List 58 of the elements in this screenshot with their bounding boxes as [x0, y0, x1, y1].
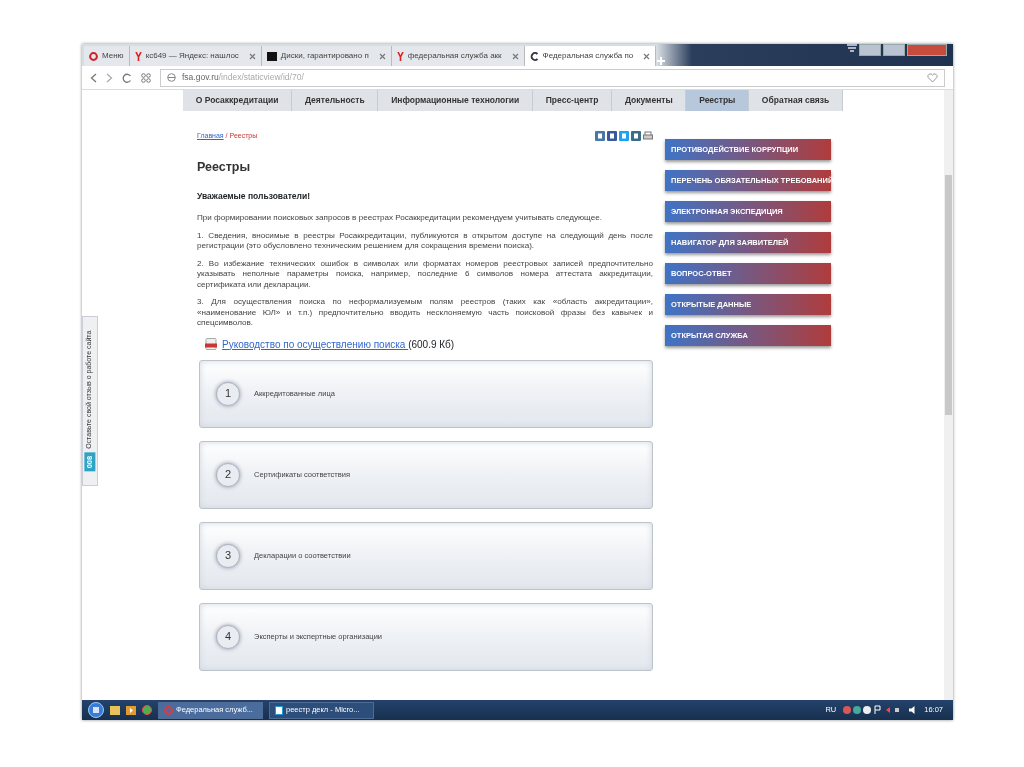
close-icon[interactable]	[643, 52, 651, 60]
number-circle: 3	[216, 543, 240, 568]
circle-icon[interactable]	[142, 705, 152, 715]
back-icon[interactable]	[90, 72, 97, 83]
paragraph: 2. Во избежание технических ошибок в символах или форматах номеров реестровых записей предпочтительно указывать неполные параметры поиска, например, последние 6 символов номера аттестата аккредитации, сертификата или декларации.	[197, 258, 653, 290]
print-icon[interactable]	[643, 131, 653, 141]
circle-logo-icon	[164, 705, 173, 715]
url-text: fsa.gov.ru/index/staticview/id/70/	[182, 71, 304, 84]
scrollbar-drawing[interactable]	[944, 90, 953, 700]
share-icon[interactable]	[619, 131, 629, 141]
menu-icon[interactable]	[847, 44, 857, 52]
number-circle: 1	[216, 381, 240, 406]
greeting-text: Уважаемые пользователи!	[197, 190, 312, 203]
paragraph: 1. Сведения, вносимые в реестры Росаккредитации, публикуются в открытом доступе на следующий день после регистрации (это обусловлено техническим решением для сокращения времени поиска).	[197, 230, 653, 252]
document-link[interactable]: Руководство по осуществлению поиска	[222, 338, 409, 350]
document-icon	[275, 705, 283, 715]
browser-tab[interactable]: Федеральная служба по	[524, 46, 657, 66]
nav-tab[interactable]: Реестры	[686, 90, 750, 111]
grid-icon[interactable]	[141, 72, 151, 83]
share-icon[interactable]	[595, 131, 605, 141]
square-logo-icon	[266, 51, 277, 61]
globe-icon	[167, 73, 176, 82]
share-icon[interactable]	[607, 131, 617, 141]
reload-icon[interactable]	[122, 72, 132, 83]
close-icon[interactable]	[378, 52, 386, 60]
pdf-file-icon	[205, 338, 217, 350]
circle-logo-icon	[89, 51, 98, 61]
nav-tab[interactable]: Пресс-центр	[533, 90, 613, 111]
tab-title: Федеральная служба по	[542, 50, 634, 62]
tab-title: Диски, гарантировано п	[280, 50, 369, 62]
arc-logo-icon	[529, 51, 539, 61]
close-icon[interactable]	[248, 52, 256, 60]
close-icon[interactable]	[511, 52, 519, 60]
browser-tab[interactable]: Меню	[84, 46, 130, 66]
player-icon[interactable]	[126, 705, 136, 715]
paragraph: 3. Для осуществления поиска по неформализуемым полям реестров (таких как «область аккредитации», «наименование ЮЛ» и т.п.) предпочтительно вводить несклоняемую часть поисковой фразы без кавычек и спецсимволов.	[197, 297, 653, 329]
tab-title: кс649 — Яндекс: нашлос	[145, 50, 239, 62]
number-circle: 2	[216, 462, 240, 487]
number-circle: 4	[216, 624, 240, 649]
start-orb-icon[interactable]	[88, 702, 104, 718]
nav-tab[interactable]: О Росаккредитации	[183, 90, 293, 111]
browser-tab[interactable]: кс649 — Яндекс: нашлос	[129, 46, 262, 66]
nav-tab[interactable]: Информационные технологии	[378, 90, 533, 111]
tab-title: федеральная служба акк	[407, 50, 502, 62]
nav-tab[interactable]: Обратная связь	[749, 90, 843, 111]
nav-tab[interactable]: Деятельность	[292, 90, 379, 111]
tab-title: Меню	[102, 50, 124, 62]
document-link-text: Руководство по осуществлению поиска (600.9 Кб)	[222, 337, 455, 352]
address-field[interactable]: fsa.gov.ru/index/staticview/id/70/	[160, 68, 945, 87]
page-title: Реестры	[197, 158, 252, 176]
browser-tab[interactable]: федеральная служба акк	[391, 46, 525, 66]
forward-icon[interactable]	[106, 72, 113, 83]
letter-logo-icon	[396, 51, 404, 61]
share-icon[interactable]	[631, 131, 641, 141]
browser-tab[interactable]: Диски, гарантировано п	[261, 46, 392, 66]
letter-logo-icon	[134, 51, 142, 61]
folder-icon[interactable]	[110, 705, 120, 715]
paragraph: При формировании поисковых запросов в реестрах Росаккредитации рекомендуем учитывать следующее.	[197, 213, 603, 224]
